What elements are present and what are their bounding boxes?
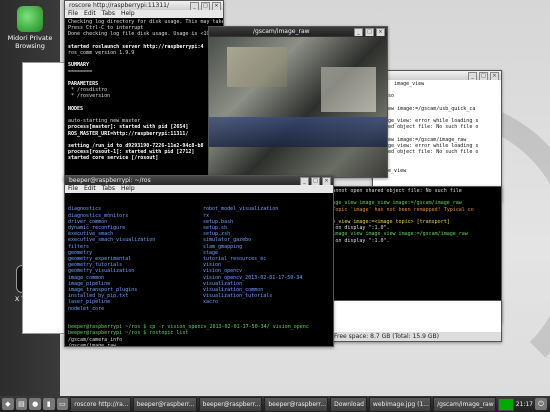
desktop: Midori Private Browsing X Termi... rosco…	[0, 0, 550, 412]
window-title: beeper@raspberrypi: ~/ros	[69, 177, 151, 184]
close-button[interactable]: ×	[322, 177, 331, 185]
terminal-output[interactable]: diagnostics robot_model_visualization diag…	[65, 193, 333, 347]
package-name: nodelet_core	[68, 305, 105, 312]
window-roscore[interactable]: roscore http://raspberrypi:11311/ _ □ × Fi…	[64, 0, 224, 182]
taskbar-button[interactable]: Download	[330, 396, 367, 412]
taskbar-button[interactable]: beeper@raspberr...	[132, 396, 197, 412]
taskbar-button[interactable]: /gscam/image_raw	[433, 396, 496, 412]
close-button[interactable]: ×	[376, 28, 385, 36]
terminal-icon[interactable]: ▮	[42, 398, 55, 410]
desktop-icon-label: Midori Private	[7, 34, 53, 42]
maximize-button[interactable]: □	[479, 72, 488, 80]
desktop-icon-midori[interactable]: Midori Private Browsing	[2, 6, 58, 50]
menu-file[interactable]: File	[68, 10, 78, 18]
taskbar-button[interactable]: webimage.jpg (1...	[368, 396, 432, 412]
menu-edit[interactable]: Edit	[84, 10, 96, 18]
window-title: /gscam/image_raw	[253, 28, 310, 35]
minimize-button[interactable]: _	[190, 2, 199, 10]
terminal-output[interactable]: port image_view iew.sogee_view image:=/g…	[373, 80, 501, 175]
camera-image-highlight	[227, 47, 287, 87]
power-icon[interactable]: ⏻	[535, 398, 547, 410]
maximize-button[interactable]: □	[365, 28, 374, 36]
window-file-manager[interactable]: Free space: 8.7 GB (Total: 15.9 GB)	[330, 300, 502, 342]
menu-help[interactable]: Help	[121, 10, 135, 18]
cpu-monitor	[497, 397, 514, 411]
system-tray: 21:17 ⏻	[497, 397, 550, 411]
menu-tabs[interactable]: Tabs	[102, 185, 115, 193]
window-image-view-terminal[interactable]: _□× port image_view iew.sogee_view image…	[372, 70, 502, 202]
menubar: File Edit Tabs Help	[65, 185, 333, 193]
window-title: roscore http://raspberrypi:11311/	[69, 2, 169, 9]
maximize-button[interactable]: □	[201, 2, 210, 10]
taskbar-button[interactable]: beeper@raspberr...	[198, 396, 263, 412]
menu-tabs[interactable]: Tabs	[102, 10, 115, 18]
terminal-line: image_view	[376, 167, 407, 174]
taskbar: ◆ ▤ ● ▮ ▭ roscore http://ra... beeper@ras…	[0, 396, 550, 412]
close-button[interactable]: ×	[490, 72, 499, 80]
window-titlebar[interactable]: beeper@raspberrypi: ~/ros _ □ ×	[65, 176, 333, 185]
maximize-button[interactable]: □	[311, 177, 320, 185]
browser-icon[interactable]: ●	[29, 398, 41, 410]
taskbar-button[interactable]: beeper@raspberr...	[264, 396, 329, 412]
window-titlebar[interactable]: _ □ ×	[373, 71, 501, 80]
free-space-label: Free space: 8.7 GB (Total: 15.9 GB)	[334, 333, 439, 340]
window-titlebar[interactable]: /gscam/image_raw _ □ ×	[209, 27, 387, 36]
menu-help[interactable]: Help	[121, 185, 135, 193]
menubar: File Edit Tabs Help	[65, 10, 223, 18]
midori-leaf-icon	[17, 6, 43, 32]
clock: 21:17	[515, 400, 533, 408]
minimize-button[interactable]: _	[354, 28, 363, 36]
terminal-line: started core service [/rosout]	[68, 155, 159, 162]
close-button[interactable]: ×	[212, 2, 221, 10]
minimize-button[interactable]: _	[468, 72, 477, 80]
camera-image	[209, 37, 387, 177]
taskbar-button[interactable]: roscore http://ra...	[70, 396, 131, 412]
minimize-button[interactable]: _	[300, 177, 309, 185]
window-image-raw[interactable]: /gscam/image_raw _ □ ×	[208, 26, 388, 178]
command-output: beeper@raspberrypi ~/ros $ cp -r vision_…	[68, 324, 330, 347]
camera-image-bright-spot	[321, 67, 376, 112]
desktop-icon-label: Browsing	[15, 42, 45, 50]
terminal-output[interactable]: Checking log directory for disk usage. T…	[65, 18, 223, 163]
camera-image-device	[209, 117, 387, 147]
package-listing: diagnostics robot_model_visualization diag…	[68, 206, 330, 311]
package-name	[203, 306, 330, 312]
background-window-white	[22, 62, 69, 334]
terminal-line: /gscam/image_raw	[68, 342, 117, 347]
window-beeper-main-terminal[interactable]: beeper@raspberrypi: ~/ros _ □ × File Edit …	[64, 175, 334, 347]
menu-icon[interactable]: ◆	[2, 398, 14, 410]
menu-file[interactable]: File	[68, 185, 78, 193]
desktop-icon[interactable]: ▭	[56, 398, 69, 410]
task-list: roscore http://ra... beeper@raspberr... be…	[70, 396, 496, 412]
terminal-line: Done checking log file disk usage. Usage…	[68, 31, 216, 38]
menu-edit[interactable]: Edit	[84, 185, 96, 193]
file-manager-icon[interactable]: ▤	[15, 398, 28, 410]
status-bar: Free space: 8.7 GB (Total: 15.9 GB)	[331, 332, 501, 341]
window-titlebar[interactable]: roscore http://raspberrypi:11311/ _ □ ×	[65, 1, 223, 10]
